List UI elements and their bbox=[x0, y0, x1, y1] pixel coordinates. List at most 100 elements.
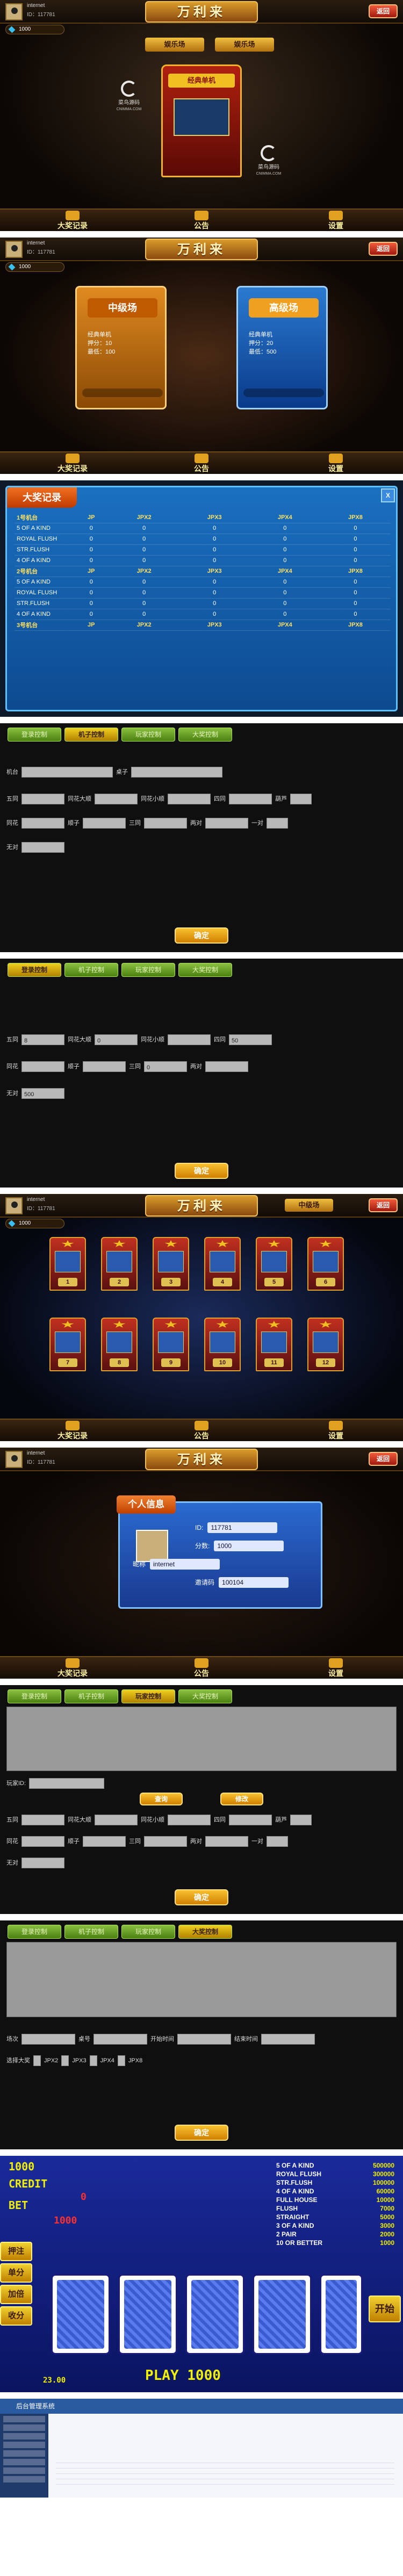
odds-field[interactable] bbox=[168, 1034, 211, 1046]
odds-field[interactable] bbox=[144, 818, 187, 829]
notice-button[interactable]: 公告 bbox=[177, 454, 226, 473]
room-field[interactable] bbox=[21, 2034, 75, 2045]
machine-item[interactable]: 11 bbox=[256, 1318, 292, 1371]
tab-machine[interactable]: 机子控制 bbox=[64, 1925, 118, 1939]
jackpot-record-button[interactable]: 大奖记录 bbox=[48, 211, 97, 230]
odds-field[interactable] bbox=[267, 818, 288, 829]
odds-field[interactable] bbox=[205, 1061, 248, 1073]
back-button[interactable]: 返回 bbox=[369, 4, 398, 18]
back-button[interactable]: 返回 bbox=[369, 1452, 398, 1466]
sidebar-item[interactable] bbox=[3, 2424, 45, 2431]
tab-machine[interactable]: 机子控制 bbox=[64, 963, 118, 977]
table-field[interactable] bbox=[131, 767, 222, 778]
odds-field[interactable]: 500 bbox=[21, 1088, 64, 1099]
machine-item[interactable]: 10 bbox=[204, 1318, 241, 1371]
player-id-field[interactable] bbox=[29, 1778, 105, 1789]
avatar[interactable] bbox=[5, 3, 23, 20]
room-card-senior[interactable]: 高级场 经典单机 押分：20 最低：500 bbox=[236, 286, 328, 409]
sidebar-item[interactable] bbox=[3, 2467, 45, 2474]
tab-player[interactable]: 玩家控制 bbox=[121, 963, 175, 977]
playing-card[interactable] bbox=[185, 2274, 244, 2355]
odds-field[interactable] bbox=[168, 794, 211, 805]
odds-field[interactable] bbox=[267, 1836, 288, 1847]
machine-field[interactable] bbox=[21, 767, 113, 778]
playing-card[interactable] bbox=[320, 2274, 363, 2355]
confirm-button[interactable]: 确定 bbox=[175, 1889, 228, 1905]
sidebar-item[interactable] bbox=[3, 2450, 45, 2457]
start-time-field[interactable] bbox=[177, 2034, 231, 2045]
jpx4-checkbox[interactable] bbox=[117, 2055, 125, 2067]
machine-item[interactable]: 1 bbox=[49, 1237, 86, 1291]
machine-item[interactable]: 7 bbox=[49, 1318, 86, 1371]
sidebar-item[interactable] bbox=[3, 2442, 45, 2448]
end-time-field[interactable] bbox=[261, 2034, 315, 2045]
sidebar-item[interactable] bbox=[3, 2459, 45, 2465]
odds-field[interactable] bbox=[205, 818, 248, 829]
double-button[interactable]: 加倍 bbox=[0, 2285, 32, 2304]
sidebar-item[interactable] bbox=[3, 2476, 45, 2483]
sidebar-item[interactable] bbox=[3, 2416, 45, 2422]
tab-jackpot[interactable]: 大奖控制 bbox=[178, 728, 232, 742]
table-field[interactable] bbox=[93, 2034, 147, 2045]
odds-field[interactable] bbox=[95, 794, 138, 805]
avatar[interactable] bbox=[5, 1197, 23, 1214]
start-button[interactable]: 开始 bbox=[369, 2296, 401, 2322]
machine-item[interactable]: 5 bbox=[256, 1237, 292, 1291]
notice-button[interactable]: 公告 bbox=[177, 1421, 226, 1440]
odds-field[interactable] bbox=[21, 1836, 64, 1847]
avatar[interactable] bbox=[5, 1451, 23, 1468]
room-card-middle[interactable]: 中级场 经典单机 押分：10 最低：100 bbox=[75, 286, 167, 409]
settings-button[interactable]: 设置 bbox=[312, 1421, 360, 1440]
odds-field[interactable]: 50 bbox=[229, 1034, 272, 1046]
query-button[interactable]: 查询 bbox=[140, 1793, 183, 1805]
avatar[interactable] bbox=[5, 241, 23, 258]
machine-item[interactable]: 12 bbox=[307, 1318, 344, 1371]
odds-field[interactable] bbox=[144, 1836, 187, 1847]
machine-item[interactable]: 6 bbox=[307, 1237, 344, 1291]
machine-item[interactable]: 3 bbox=[153, 1237, 189, 1291]
playing-card[interactable] bbox=[118, 2274, 177, 2355]
notice-button[interactable]: 公告 bbox=[177, 1658, 226, 1678]
odds-field[interactable] bbox=[83, 818, 126, 829]
tab-player[interactable]: 玩家控制 bbox=[121, 1925, 175, 1939]
tab-jackpot[interactable]: 大奖控制 bbox=[178, 1925, 232, 1939]
room-tab-right[interactable]: 娱乐场 bbox=[215, 38, 274, 52]
jackpot-record-button[interactable]: 大奖记录 bbox=[48, 1658, 97, 1678]
odds-field[interactable]: 0 bbox=[95, 1034, 138, 1046]
jpx3-checkbox[interactable] bbox=[89, 2055, 97, 2067]
single-button[interactable]: 单分 bbox=[0, 2263, 32, 2283]
tab-jackpot[interactable]: 大奖控制 bbox=[178, 1689, 232, 1703]
odds-field[interactable] bbox=[21, 842, 64, 853]
odds-field[interactable] bbox=[229, 1815, 272, 1826]
machine-item[interactable]: 2 bbox=[101, 1237, 138, 1291]
odds-field[interactable] bbox=[21, 1858, 64, 1869]
playing-card[interactable] bbox=[51, 2274, 110, 2355]
jackpot-record-button[interactable]: 大奖记录 bbox=[48, 454, 97, 473]
jackpot-record-button[interactable]: 大奖记录 bbox=[48, 1421, 97, 1440]
jpx2-checkbox[interactable] bbox=[61, 2055, 69, 2067]
modify-button[interactable]: 修改 bbox=[220, 1793, 263, 1805]
tab-machine[interactable]: 机子控制 bbox=[64, 1689, 118, 1703]
notice-button[interactable]: 公告 bbox=[177, 211, 226, 230]
collect-button[interactable]: 收分 bbox=[0, 2306, 32, 2326]
back-button[interactable]: 返回 bbox=[369, 1198, 398, 1212]
odds-field[interactable] bbox=[83, 1836, 126, 1847]
odds-field[interactable]: 0 bbox=[144, 1061, 187, 1073]
odds-field[interactable] bbox=[21, 1061, 64, 1073]
odds-field[interactable] bbox=[229, 794, 272, 805]
settings-button[interactable]: 设置 bbox=[312, 211, 360, 230]
tab-jackpot[interactable]: 大奖控制 bbox=[178, 963, 232, 977]
odds-field[interactable] bbox=[290, 794, 312, 805]
odds-field[interactable]: 8 bbox=[21, 1034, 64, 1046]
tab-login[interactable]: 登录控制 bbox=[8, 1689, 61, 1703]
confirm-button[interactable]: 确定 bbox=[175, 927, 228, 944]
settings-button[interactable]: 设置 bbox=[312, 454, 360, 473]
confirm-button[interactable]: 确定 bbox=[175, 2125, 228, 2141]
sidebar-item[interactable] bbox=[3, 2433, 45, 2440]
settings-button[interactable]: 设置 bbox=[312, 1658, 360, 1678]
bet-button[interactable]: 押注 bbox=[0, 2242, 32, 2261]
confirm-button[interactable]: 确定 bbox=[175, 1163, 228, 1179]
odds-field[interactable] bbox=[21, 1815, 64, 1826]
odds-field[interactable] bbox=[168, 1815, 211, 1826]
tab-player[interactable]: 玩家控制 bbox=[121, 1689, 175, 1703]
